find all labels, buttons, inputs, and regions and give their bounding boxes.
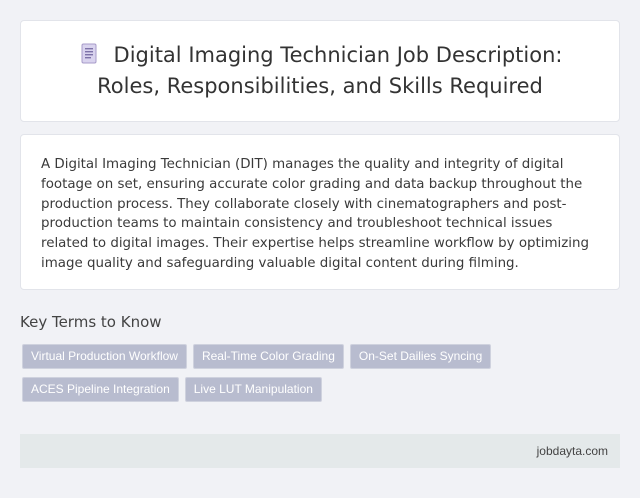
key-terms-heading: Key Terms to Know [20, 313, 162, 331]
summary-text: A Digital Imaging Technician (DIT) manag… [41, 157, 590, 271]
key-terms-tags: Virtual Production Workflow Real-Time Co… [22, 344, 582, 402]
document-icon [81, 43, 97, 64]
tag-virtual-production-workflow[interactable]: Virtual Production Workflow [22, 344, 187, 369]
page-title: Digital Imaging Technician Job Descripti… [45, 40, 595, 102]
summary-card: A Digital Imaging Technician (DIT) manag… [20, 134, 620, 290]
page-title-text: Digital Imaging Technician Job Descripti… [97, 43, 563, 98]
tag-real-time-color-grading[interactable]: Real-Time Color Grading [192, 344, 344, 369]
footer-site-link[interactable]: jobdayta.com [537, 444, 608, 458]
footer: jobdayta.com [20, 434, 620, 468]
tag-aces-pipeline-integration[interactable]: ACES Pipeline Integration [22, 377, 179, 402]
tag-on-set-dailies-syncing[interactable]: On-Set Dailies Syncing [349, 344, 492, 369]
tag-live-lut-manipulation[interactable]: Live LUT Manipulation [184, 377, 322, 402]
title-card: Digital Imaging Technician Job Descripti… [20, 20, 620, 122]
